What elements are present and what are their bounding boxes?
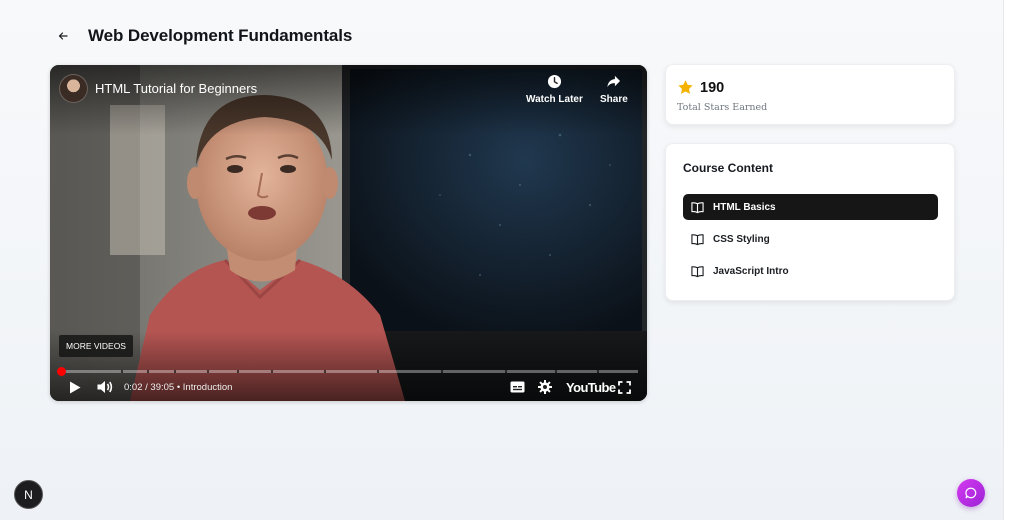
- lesson-label: HTML Basics: [713, 201, 776, 213]
- volume-button[interactable]: [97, 380, 114, 394]
- youtube-wordmark: YouTube: [566, 379, 616, 395]
- settings-button[interactable]: [538, 380, 552, 394]
- scrollbar-track[interactable]: [1003, 0, 1012, 520]
- page-title: Web Development Fundamentals: [88, 26, 353, 45]
- progress-bar[interactable]: [57, 367, 638, 376]
- share-label: Share: [600, 94, 628, 105]
- lesson-item-html-basics[interactable]: HTML Basics: [683, 194, 938, 220]
- captions-icon: [510, 381, 525, 393]
- lesson-label: JavaScript Intro: [713, 265, 789, 277]
- chapter-marker: [271, 370, 273, 373]
- video-player[interactable]: HTML Tutorial for Beginners Watch Later …: [50, 65, 647, 401]
- next-devtools-badge[interactable]: N: [14, 480, 43, 509]
- chat-button[interactable]: [957, 479, 985, 507]
- progress-scrubber[interactable]: [57, 367, 66, 376]
- back-button[interactable]: [56, 29, 70, 43]
- stars-count: 190: [700, 80, 725, 96]
- share-button[interactable]: Share: [600, 74, 628, 105]
- fullscreen-icon: [618, 380, 631, 394]
- book-open-icon: [691, 201, 704, 214]
- play-icon: [70, 381, 81, 393]
- lesson-item-css-styling[interactable]: CSS Styling: [683, 226, 938, 252]
- fullscreen-button[interactable]: [618, 380, 631, 394]
- watch-later-button[interactable]: Watch Later: [526, 74, 583, 105]
- share-arrow-icon: [607, 75, 621, 88]
- chat-bubble-icon: [965, 487, 977, 499]
- chapter-marker: [237, 370, 239, 373]
- player-controls: 0:02 / 39:05 • Introduction YouTube: [50, 376, 647, 398]
- book-open-icon: [691, 265, 704, 278]
- lesson-label: CSS Styling: [713, 233, 770, 245]
- stars-label: Total Stars Earned: [677, 102, 768, 113]
- watch-later-label: Watch Later: [526, 94, 583, 105]
- chapter-marker: [555, 370, 557, 373]
- stars-card: 190 Total Stars Earned: [665, 64, 955, 125]
- chapter-marker: [597, 370, 599, 373]
- chapter-marker: [505, 370, 507, 373]
- lesson-item-javascript-intro[interactable]: JavaScript Intro: [683, 258, 938, 284]
- video-title[interactable]: HTML Tutorial for Beginners: [95, 81, 257, 96]
- chapter-marker: [377, 370, 379, 373]
- chapter-marker: [207, 370, 209, 373]
- chapter-marker: [147, 370, 149, 373]
- star-icon: [678, 80, 693, 94]
- chapter-marker: [174, 370, 176, 373]
- course-content-card: Course Content HTML Basics CSS Styling J…: [665, 143, 955, 301]
- arrow-left-icon: [58, 32, 68, 40]
- captions-button[interactable]: [510, 381, 525, 393]
- page-header: Web Development Fundamentals: [56, 25, 352, 47]
- chapter-marker: [324, 370, 326, 373]
- book-open-icon: [691, 233, 704, 246]
- youtube-logo-button[interactable]: YouTube: [566, 379, 616, 395]
- more-videos-button[interactable]: MORE VIDEOS: [59, 335, 133, 357]
- channel-avatar[interactable]: [59, 74, 88, 103]
- clock-icon: [547, 74, 561, 89]
- volume-icon: [97, 381, 113, 393]
- course-content-title: Course Content: [683, 161, 773, 175]
- chapter-marker: [441, 370, 443, 373]
- chapter-marker: [121, 370, 123, 373]
- time-display: 0:02 / 39:05 • Introduction: [124, 381, 233, 393]
- gear-icon: [538, 380, 552, 394]
- play-button[interactable]: [69, 381, 81, 394]
